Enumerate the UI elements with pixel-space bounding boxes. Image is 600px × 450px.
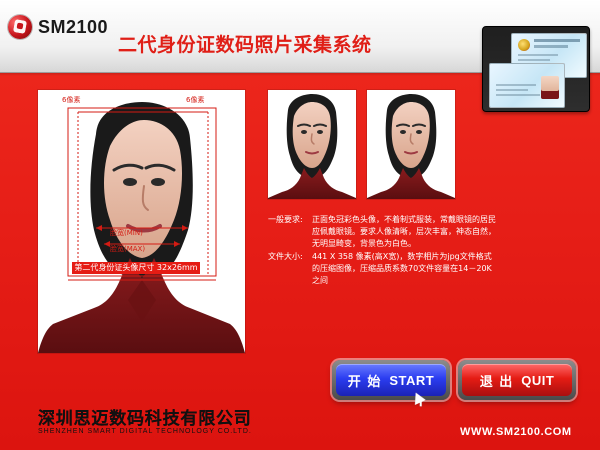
requirements-panel: 一般要求: 正面免冠彩色头像，不着制式服装，常戴眼镜的居民应佩戴眼镜。要求人像清… [268,214,496,288]
requirements-filesize-text: 441 X 358 像素(高X宽)，数字相片为jpg文件格式的压缩图像，压缩品质… [312,252,492,285]
guide-portrait-illustration [38,90,245,353]
card-line [534,45,568,48]
requirements-general-text: 正面免冠彩色头像，不着制式服装，常戴眼镜的居民应佩戴眼镜。要求人像清晰，层次丰富… [312,215,496,248]
sample-portrait-illustration [367,90,455,199]
quit-button-face[interactable]: 退 出 QUIT [462,364,572,396]
guide-photo [38,90,245,353]
logo-icon [8,15,32,39]
sample-portrait-illustration [268,90,356,199]
logo-text: SM2100 [38,16,109,37]
company-name-cn: 深圳思迈数码科技有限公司 [38,409,252,429]
requirements-general-label: 一般要求: [268,215,303,224]
start-button-face[interactable]: 开 始 START [336,364,446,396]
start-button[interactable]: 开 始 START [332,360,450,400]
requirements-general-row: 一般要求: 正面免冠彩色头像，不着制式服装，常戴眼镜的居民应佩戴眼镜。要求人像清… [268,214,496,250]
app-title: 二代身份证数码照片采集系统 [118,34,372,56]
sample-photo-1 [268,90,356,199]
app-screen: SM2100 二代身份证数码照片采集系统 6像素 6像素 脸宽(MIN) 脸宽(… [0,0,600,450]
company-name-en: SHENZHEN SMART DIGITAL TECHNOLOGY CO.LTD… [38,428,252,435]
annotation-top-right: 6像素 [186,96,205,104]
annotation-face-max: 脸宽(MAX) [110,245,146,253]
requirements-filesize-label: 文件大小: [268,252,303,261]
guide-caption: 第二代身份证头像尺寸 32x26mm [72,262,200,274]
brand: SM2100 [8,12,108,42]
id-card-illustration [482,26,590,112]
start-button-en-label: START [389,372,435,388]
annotation-face-min: 脸宽(MIN) [110,229,143,237]
quit-button-cn-label: 退 出 [479,374,514,390]
start-button-cn-label: 开 始 [347,374,382,390]
emblem-icon [518,39,530,51]
sample-photo-2 [367,90,455,199]
quit-button[interactable]: 退 出 QUIT [458,360,576,400]
requirements-filesize-row: 文件大小: 441 X 358 像素(高X宽)，数字相片为jpg文件格式的压缩图… [268,251,496,287]
quit-button-en-label: QUIT [521,372,555,388]
id-card-front [489,63,565,108]
card-line [534,39,580,42]
annotation-top-left: 6像素 [62,96,81,104]
card-portrait-icon [541,76,559,99]
website-url: WWW.SM2100.COM [460,426,572,438]
